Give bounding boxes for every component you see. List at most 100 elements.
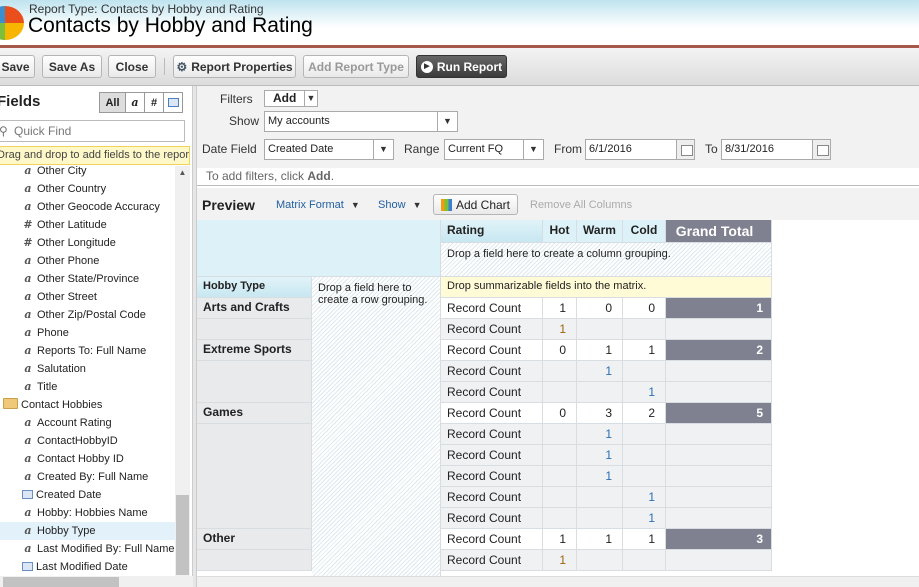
cell-warm: 3 (577, 403, 623, 424)
show-dropdown[interactable]: Show ▼ (378, 199, 422, 211)
matrix-table: Rating Hot Warm Cold Grand Total Drop a field… (197, 220, 919, 577)
record-count-label: Record Count (441, 403, 543, 424)
field-folder[interactable]: Contact Hobbies (0, 396, 175, 414)
field-item[interactable]: a Salutation (0, 360, 175, 378)
field-item[interactable]: a Other State/Province (0, 270, 175, 288)
field-label: Hobby: Hobbies Name (37, 507, 148, 519)
row-group-label (197, 487, 312, 508)
field-item[interactable]: a Contact Hobby ID (0, 450, 175, 468)
field-item[interactable]: a Created By: Full Name (0, 468, 175, 486)
field-item[interactable]: a Other Geocode Accuracy (0, 198, 175, 216)
range-select[interactable]: Current FQ ▼ (444, 139, 544, 160)
matrix-format-dropdown[interactable]: Matrix Format ▼ (276, 199, 360, 211)
grand-total-cell: 3 (666, 529, 772, 550)
grand-total-cell (666, 319, 772, 340)
grand-total-cell (666, 487, 772, 508)
field-item[interactable]: Last Modified Date (0, 558, 175, 576)
field-item[interactable]: a Phone (0, 324, 175, 342)
text-field-icon: a (24, 326, 32, 339)
filter-date-button[interactable] (163, 93, 182, 112)
fields-hscroll-thumb[interactable] (3, 577, 119, 587)
add-report-type-button[interactable]: Add Report Type (303, 55, 409, 78)
cell-cold (623, 319, 666, 340)
chevron-down-icon: ▼ (412, 200, 422, 210)
field-item[interactable]: a Other Country (0, 180, 175, 198)
field-item[interactable]: Created Date (0, 486, 175, 504)
show-select[interactable]: My accounts ▼ (264, 111, 458, 132)
text-field-icon: a (24, 290, 32, 303)
run-report-button[interactable]: ▶ Run Report (416, 55, 507, 78)
fields-scroll-thumb[interactable] (176, 495, 189, 575)
grand-total-header: Grand Total (666, 220, 772, 243)
record-count-label: Record Count (441, 424, 543, 445)
quick-find-input[interactable]: ⚲ Quick Find (0, 120, 185, 142)
row-group-label (197, 319, 312, 340)
save-as-button[interactable]: Save As (42, 55, 102, 78)
grand-total-cell (666, 382, 772, 403)
field-item[interactable]: a Account Rating (0, 414, 175, 432)
preview-horizontal-scrollbar[interactable] (197, 576, 919, 587)
from-date-value: 6/1/2016 (589, 143, 632, 155)
field-item[interactable]: a Hobby Type (0, 522, 175, 540)
row-group-label (197, 445, 312, 466)
chevron-down-icon: ▼ (437, 112, 457, 131)
reports-logo-icon (0, 6, 24, 40)
record-count-label: Record Count (441, 319, 543, 340)
preview-title: Preview (202, 197, 255, 213)
to-date-input[interactable]: 8/31/2016 (721, 139, 831, 160)
field-item[interactable]: # Other Longitude (0, 234, 175, 252)
field-item[interactable]: a Last Modified By: Full Name (0, 540, 175, 558)
filter-number-button[interactable]: # (144, 93, 163, 112)
remove-all-columns-link[interactable]: Remove All Columns (530, 199, 632, 211)
cell-hot (543, 445, 577, 466)
row-group-label: Extreme Sports (197, 340, 312, 361)
filter-all-button[interactable]: All (100, 93, 125, 112)
grand-total-cell (666, 424, 772, 445)
from-date-input[interactable]: 6/1/2016 (585, 139, 695, 160)
grand-total-cell: 5 (666, 403, 772, 424)
field-label: Last Modified Date (36, 561, 128, 573)
field-item[interactable]: a Other Phone (0, 252, 175, 270)
field-item[interactable]: a ContactHobbyID (0, 432, 175, 450)
row-grouping-drop-zone: Drop a field here to create a row groupi… (312, 277, 441, 577)
scroll-up-icon[interactable]: ▲ (175, 168, 190, 177)
close-button[interactable]: Close (108, 55, 156, 78)
text-field-icon: a (24, 182, 32, 195)
report-properties-button[interactable]: ⚙ Report Properties (173, 55, 296, 78)
field-item[interactable]: a Reports To: Full Name (0, 342, 175, 360)
field-item[interactable]: a Other Zip/Postal Code (0, 306, 175, 324)
cell-warm (577, 550, 623, 571)
fields-title: Fields (0, 93, 41, 110)
cell-cold (623, 550, 666, 571)
grand-total-cell: 1 (666, 298, 772, 319)
cell-hot (543, 508, 577, 529)
add-chart-label: Add Chart (455, 197, 511, 212)
date-field-select[interactable]: Created Date ▼ (264, 139, 394, 160)
field-item[interactable]: a Title (0, 378, 175, 396)
field-label: Salutation (37, 363, 86, 375)
cell-cold: 2 (623, 403, 666, 424)
filter-text-button[interactable]: a (125, 93, 144, 112)
field-item[interactable]: # Other Latitude (0, 216, 175, 234)
to-label: To (705, 142, 718, 156)
calendar-icon[interactable] (812, 140, 830, 159)
text-field-icon: a (24, 542, 32, 555)
field-label: Other City (37, 165, 87, 177)
toolbar: Save Save As Close ⚙ Report Properties Ad… (0, 48, 919, 86)
chevron-down-icon[interactable]: ▼ (304, 91, 317, 106)
text-field-icon: a (24, 308, 32, 321)
field-item[interactable]: a Other City (0, 162, 175, 180)
field-label: Contact Hobbies (21, 399, 103, 411)
column-header-warm: Warm (577, 220, 623, 243)
calendar-icon[interactable] (676, 140, 694, 159)
cell-warm (577, 508, 623, 529)
add-filter-button[interactable]: Add ▼ (264, 90, 318, 107)
add-chart-button[interactable]: Add Chart (433, 194, 518, 215)
field-label: ContactHobbyID (37, 435, 118, 447)
field-item[interactable]: a Hobby: Hobbies Name (0, 504, 175, 522)
text-field-icon: a (24, 434, 32, 447)
save-button[interactable]: Save (0, 55, 35, 78)
field-item[interactable]: a Other Street (0, 288, 175, 306)
field-label: Other Street (37, 291, 97, 303)
cell-hot (543, 466, 577, 487)
